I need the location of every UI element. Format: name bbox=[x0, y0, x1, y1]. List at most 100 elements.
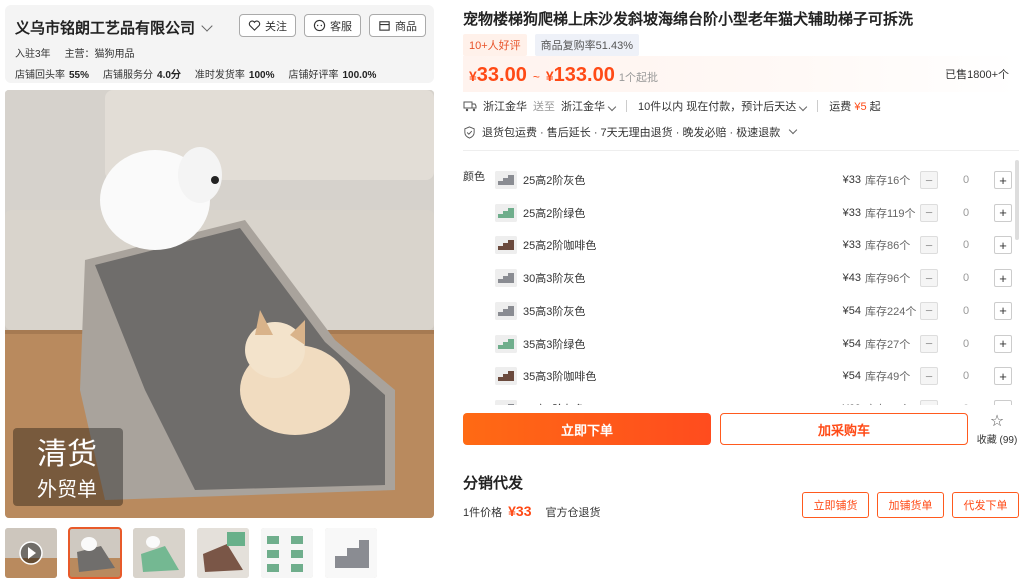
decrease-button[interactable]: − bbox=[920, 203, 938, 222]
chevron-down-icon[interactable] bbox=[788, 125, 798, 135]
quantity-input[interactable]: 0 bbox=[938, 174, 994, 186]
price-row: ¥33.00 ~ ¥133.00 1个起批 已售1800+个 bbox=[463, 56, 1019, 92]
quantity-input[interactable]: 0 bbox=[938, 239, 994, 251]
shop-main-business: 主营：猫狗用品 bbox=[64, 49, 135, 60]
rate-item: 店铺服务分 4.0分 bbox=[103, 70, 181, 81]
thumbnail-2[interactable] bbox=[133, 528, 185, 578]
products-button[interactable]: 商品 bbox=[369, 14, 426, 37]
sku-price: ¥54 bbox=[842, 304, 861, 317]
heart-icon bbox=[248, 20, 261, 31]
sku-scrollbar[interactable] bbox=[1015, 160, 1019, 240]
services-row[interactable]: 退货包运费 · 售后延长 · 7天无理由退货 · 晚发必赔 · 极速退款 bbox=[463, 124, 798, 140]
sku-price: ¥43 bbox=[842, 272, 861, 285]
decrease-button[interactable]: − bbox=[920, 367, 938, 386]
sku-stock: 库存16个 bbox=[865, 175, 911, 187]
sku-price: ¥69 bbox=[825, 403, 861, 405]
color-label: 颜色 bbox=[463, 171, 485, 183]
increase-button[interactable]: + bbox=[994, 301, 1012, 320]
sku-thumbnail[interactable] bbox=[495, 301, 517, 320]
ship-from: 浙江金华 bbox=[483, 101, 527, 113]
follow-button[interactable]: 关注 bbox=[239, 14, 296, 37]
favorite-button[interactable]: ☆ 收藏 (99) bbox=[975, 413, 1019, 446]
sku-price: ¥54 bbox=[842, 370, 861, 383]
quantity-input[interactable]: 0 bbox=[938, 305, 994, 317]
sku-stock: 库存95个 bbox=[865, 401, 910, 405]
quantity-input[interactable]: 0 bbox=[938, 370, 994, 382]
increase-button[interactable]: + bbox=[994, 236, 1012, 255]
quantity-stepper: −0+ bbox=[920, 301, 1012, 320]
decrease-button[interactable]: − bbox=[920, 236, 938, 255]
decrease-button[interactable]: − bbox=[920, 334, 938, 353]
right-panel: 宠物楼梯狗爬梯上床沙发斜坡海绵台阶小型老年猫犬辅助梯子可拆洗 10+人好评 商品… bbox=[463, 0, 1019, 584]
sku-thumbnail[interactable] bbox=[495, 171, 517, 189]
sku-name: 35高3阶咖啡色 bbox=[523, 371, 597, 384]
main-product-image[interactable]: 清货 外贸单 bbox=[5, 90, 434, 518]
shipping-row: 浙江金华 送至 浙江金华 10件以内 现在付款，预计后天达 运费 ¥5 起 bbox=[463, 98, 881, 114]
increase-button[interactable]: + bbox=[994, 399, 1012, 405]
sku-row: 25高2阶咖啡色 ¥33 库存86个 −0 + bbox=[495, 229, 1012, 261]
left-panel: 义乌市铭朗工艺品有限公司 关注 客服 商品 入驻3年 主营：猫狗用品 店铺回头率… bbox=[5, 0, 435, 584]
sku-stock: 库存86个 bbox=[865, 240, 911, 253]
sku-thumbnail[interactable] bbox=[495, 367, 517, 386]
reviews-tag[interactable]: 10+人好评 bbox=[463, 34, 527, 56]
thumbnail-5[interactable] bbox=[325, 528, 377, 578]
dropship-order-button[interactable]: 代发下单 bbox=[952, 492, 1019, 518]
favorite-label: 收藏 (99) bbox=[976, 435, 1018, 446]
chevron-down-icon[interactable] bbox=[201, 19, 213, 32]
quantity-input[interactable]: 0 bbox=[938, 272, 994, 284]
shipping-fee: 运费 ¥5 起 bbox=[829, 101, 881, 113]
thumbnail-1[interactable] bbox=[68, 527, 122, 579]
sku-list: 颜色 25高2阶灰色 ¥33 库存16个 −0 +25高2阶绿色 ¥33 库存119个 −0 +… bbox=[463, 160, 1019, 405]
sku-thumbnail[interactable] bbox=[495, 334, 517, 353]
product-title: 宠物楼梯狗爬梯上床沙发斜坡海绵台阶小型老年猫犬辅助梯子可拆洗 bbox=[463, 11, 914, 28]
shop-rates: 店铺回头率 55% 店铺服务分 4.0分 准时发货率 100% 店铺好评率 100.0% bbox=[15, 66, 376, 81]
quantity-input[interactable]: 0 bbox=[938, 207, 994, 219]
sku-name: 25高2阶咖啡色 bbox=[523, 240, 597, 253]
dist-price-label: 1件价格 bbox=[463, 507, 503, 519]
ship-to-select[interactable]: 浙江金华 bbox=[561, 98, 617, 114]
chevron-down-icon bbox=[799, 102, 808, 112]
quantity-stepper: −0+ bbox=[920, 171, 1012, 189]
increase-button[interactable]: + bbox=[994, 203, 1012, 222]
quantity-stepper: −0+ bbox=[920, 399, 1012, 405]
sold-count: 已售1800+个 bbox=[945, 69, 1009, 81]
quantity-input[interactable]: 0 bbox=[938, 338, 994, 350]
sku-thumbnail[interactable] bbox=[495, 269, 517, 288]
service-label: 客服 bbox=[330, 20, 352, 33]
thumbnail-4[interactable] bbox=[261, 528, 313, 578]
shop-name-text[interactable]: 义乌市铭朗工艺品有限公司 bbox=[15, 17, 195, 38]
decrease-button[interactable]: − bbox=[920, 399, 938, 405]
increase-button[interactable]: + bbox=[994, 171, 1012, 189]
increase-button[interactable]: + bbox=[994, 334, 1012, 353]
thumbnail-3[interactable] bbox=[197, 528, 249, 578]
thumbnail-video[interactable] bbox=[5, 528, 57, 578]
add-list-button[interactable]: 加铺货单 bbox=[877, 492, 944, 518]
sku-name: 25高2阶绿色 bbox=[523, 207, 586, 220]
rate-item: 店铺好评率 100.0% bbox=[288, 70, 377, 81]
add-to-cart-button[interactable]: 加采购车 bbox=[720, 413, 968, 445]
decrease-button[interactable]: − bbox=[920, 269, 938, 288]
min-order: 1个起批 bbox=[618, 72, 658, 84]
quantity-input[interactable]: 0 bbox=[938, 403, 994, 405]
price-max: ¥133.00 bbox=[545, 64, 615, 86]
sku-thumbnail[interactable] bbox=[495, 203, 517, 222]
list-now-button[interactable]: 立即铺货 bbox=[802, 492, 869, 518]
shop-name[interactable]: 义乌市铭朗工艺品有限公司 bbox=[15, 17, 213, 38]
sku-thumbnail[interactable] bbox=[495, 236, 517, 255]
price-min: ¥33.00 bbox=[469, 64, 527, 86]
delivery-time[interactable]: 10件以内 现在付款，预计后天达 bbox=[638, 98, 808, 114]
buy-now-button[interactable]: 立即下单 bbox=[463, 413, 711, 445]
overlay-text-2: 外贸单 bbox=[37, 477, 97, 501]
decrease-button[interactable]: − bbox=[920, 171, 938, 189]
sku-name: 30高3阶灰色 bbox=[523, 273, 586, 286]
increase-button[interactable]: + bbox=[994, 269, 1012, 288]
customer-service-button[interactable]: 客服 bbox=[304, 14, 361, 37]
sku-price: ¥33 bbox=[842, 174, 861, 186]
sku-stock: 库存224个 bbox=[865, 305, 917, 318]
sku-thumbnail[interactable] bbox=[495, 399, 517, 405]
store-icon bbox=[379, 21, 390, 31]
distribution-info: 1件价格 ¥33 官方仓退货 bbox=[463, 503, 600, 520]
truck-icon bbox=[463, 101, 477, 112]
decrease-button[interactable]: − bbox=[920, 301, 938, 320]
increase-button[interactable]: + bbox=[994, 367, 1012, 386]
